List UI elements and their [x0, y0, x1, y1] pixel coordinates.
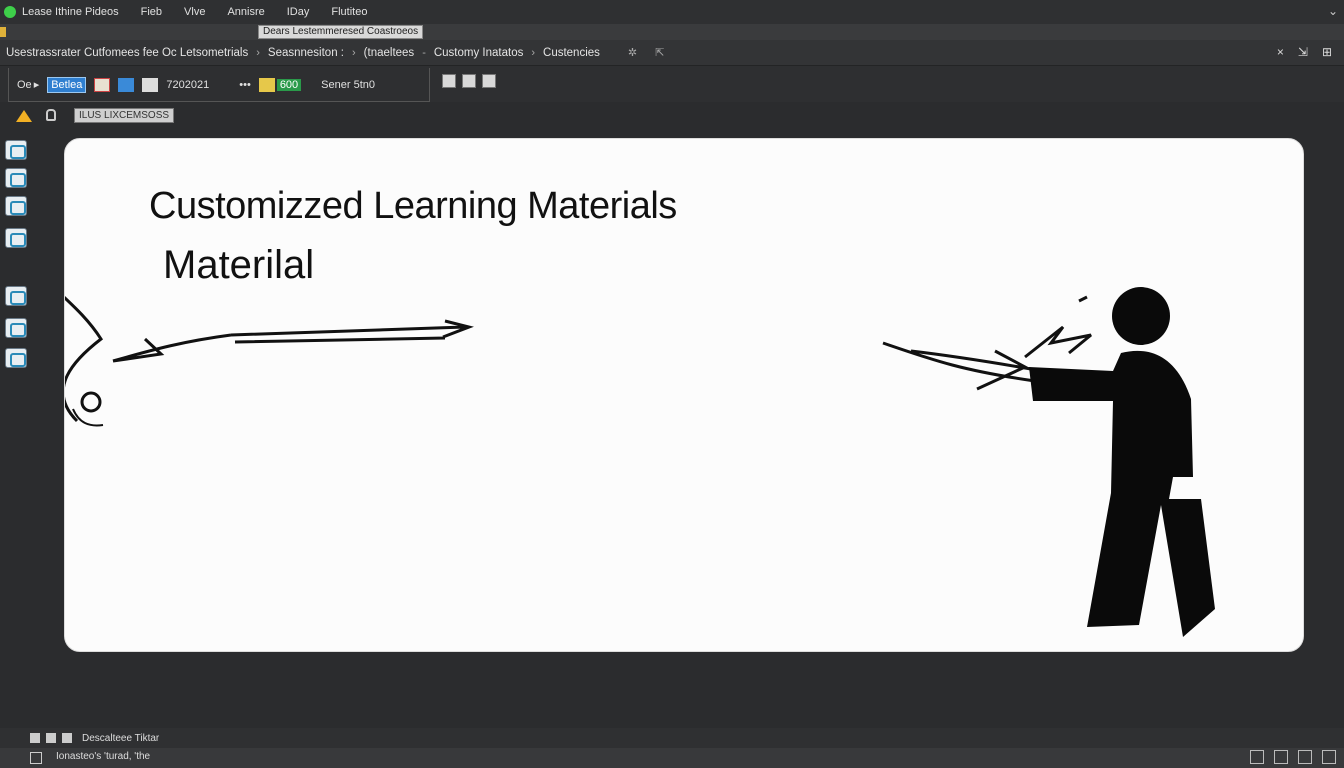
chevron-right-icon: ›: [531, 46, 536, 59]
fit-icon[interactable]: [1298, 750, 1312, 764]
close-icon[interactable]: ×: [1277, 45, 1284, 59]
chevron-right-icon: -: [422, 46, 426, 59]
pin-icon[interactable]: ⇱: [653, 46, 666, 59]
arrow-left-stroke: [112, 333, 232, 363]
window-actions: × ⇲ ⊞: [1277, 45, 1332, 59]
pen-icon[interactable]: [118, 77, 135, 92]
breadcrumb-item[interactable]: (tnaeltees: [358, 47, 421, 59]
app-icon[interactable]: [4, 6, 16, 18]
tray: [1250, 750, 1336, 764]
monitor-icon[interactable]: [1250, 750, 1264, 764]
zigzag-stroke: [1024, 325, 1092, 359]
check-icon[interactable]: [258, 77, 275, 92]
tool-shape-icon[interactable]: [5, 168, 27, 188]
grid-icon[interactable]: [442, 74, 456, 88]
figure-head: [1112, 287, 1170, 345]
tool-draw-icon[interactable]: [5, 228, 27, 248]
pin-icon[interactable]: ⇲: [1298, 45, 1308, 59]
status-bar: Descalteee Tiktar: [0, 728, 1344, 748]
left-tool-rail: [0, 130, 30, 430]
format-button[interactable]: Betlea: [47, 76, 87, 93]
play-icon[interactable]: ▸: [34, 78, 40, 91]
toolbar-right: [442, 74, 496, 88]
file-label: Ionasteo's 'turad, 'the: [56, 751, 151, 762]
menu-item-3[interactable]: Vlve: [184, 6, 205, 18]
toolbar: Oe ▸ Betlea 7202021 ••• 600 Sener 5tn0: [0, 66, 1344, 102]
status-label: Descalteee Tiktar: [82, 732, 160, 744]
layer-toggle-icon[interactable]: [62, 733, 72, 743]
settings-icon[interactable]: ✲: [626, 46, 639, 59]
tool-media-icon[interactable]: [5, 286, 27, 306]
frame-toggle-icon[interactable]: [46, 733, 56, 743]
tool-select-icon[interactable]: [5, 140, 27, 160]
more-icon[interactable]: •••: [239, 79, 251, 91]
breadcrumb-item[interactable]: Usestrassrater Cutfomees fee Oc Letsomet…: [0, 47, 254, 59]
menu-bar: Lease Ithine Pideos Fieb Vlve Annisre ID…: [0, 0, 1344, 24]
menu-item-file[interactable]: Lease Ithine Pideos: [22, 6, 119, 18]
cursor-icon[interactable]: [142, 77, 159, 92]
arrow-figure-stroke: [882, 341, 1036, 391]
fullscreen-icon[interactable]: [1322, 750, 1336, 764]
menu-item-6[interactable]: Flutiteo: [331, 6, 367, 18]
menu-item-5[interactable]: IDay: [287, 6, 310, 18]
menu-item-4[interactable]: Annisre: [227, 6, 264, 18]
bookmark-icon: [0, 27, 6, 37]
tool-text-icon[interactable]: [5, 196, 27, 216]
tool-effects-icon[interactable]: [5, 318, 27, 338]
slide-illustration: [65, 287, 1215, 637]
breadcrumb-item[interactable]: Seasnnesiton :: [262, 47, 350, 59]
slide-canvas[interactable]: Customizzed Learning Materials Materilal: [64, 138, 1304, 652]
chevron-down-icon[interactable]: ⌄: [1328, 4, 1338, 18]
value-field[interactable]: 7202021: [166, 79, 209, 91]
hook-circle: [80, 391, 102, 413]
layout-icon[interactable]: ⊞: [1322, 45, 1332, 59]
count-badge[interactable]: 600: [276, 78, 302, 91]
breadcrumb-item[interactable]: Customy Inatatos: [428, 47, 529, 59]
lock-icon[interactable]: [46, 109, 56, 121]
menu-item-2[interactable]: Fieb: [141, 6, 162, 18]
mode-label[interactable]: ILUS LIXCEMSOSS: [74, 108, 175, 123]
chevron-right-icon: ›: [352, 46, 356, 59]
scene-label[interactable]: Sener 5tn0: [321, 79, 375, 91]
spark-stroke: [1078, 295, 1088, 303]
image-icon[interactable]: [94, 77, 111, 92]
layers-icon[interactable]: [462, 74, 476, 88]
sub-toolbar: ILUS LIXCEMSOSS: [0, 102, 1344, 130]
grid-toggle-icon[interactable]: [30, 733, 40, 743]
breadcrumb: Usestrassrater Cutfomees fee Oc Letsomet…: [0, 40, 1344, 66]
tool-frame-icon[interactable]: [5, 348, 27, 368]
arrow-right-stroke: [230, 319, 474, 344]
figure-body: [1029, 350, 1215, 637]
toolbar-item[interactable]: Oe: [17, 79, 32, 91]
document-bar: Dears Lestemmeresed Coastroeos: [0, 24, 1344, 40]
chevron-right-icon: ›: [256, 46, 260, 59]
breadcrumb-item[interactable]: Custencies: [537, 47, 606, 59]
home-icon[interactable]: [16, 110, 32, 122]
document-title[interactable]: Dears Lestemmeresed Coastroeos: [258, 25, 424, 39]
export-icon[interactable]: [482, 74, 496, 88]
view-icon[interactable]: [1274, 750, 1288, 764]
toolbar-group: Oe ▸ Betlea 7202021 ••• 600 Sener 5tn0: [8, 68, 430, 102]
bottom-bar: Ionasteo's 'turad, 'the: [0, 748, 1344, 768]
file-icon[interactable]: [30, 752, 42, 764]
